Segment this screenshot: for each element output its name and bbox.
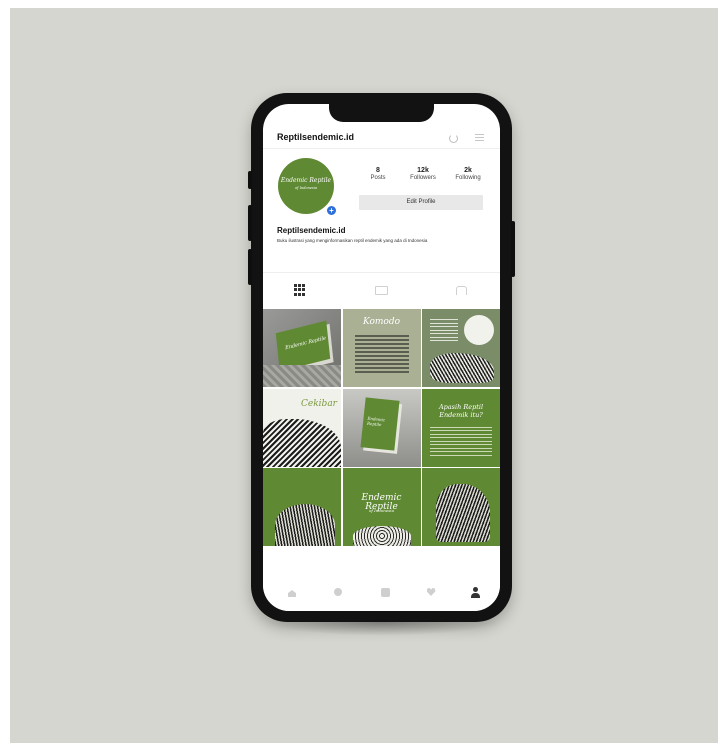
volume-down-button	[248, 249, 252, 285]
phone-mockup: 12:00 .ıll Reptilsendemic.id Endemic Rep…	[248, 93, 515, 622]
power-button	[511, 221, 515, 277]
heart-icon[interactable]	[425, 586, 437, 598]
illustration-circle	[464, 315, 494, 345]
profile-tabs	[263, 272, 500, 307]
stat-followers[interactable]: 12k Followers	[403, 167, 443, 187]
display-name: Reptilsendemic.id	[277, 226, 346, 235]
post-title-komodo: Komodo	[362, 317, 401, 327]
avatar[interactable]: Endemic Reptile of Indonesia	[278, 158, 334, 214]
stat-posts-value: 8	[376, 167, 380, 174]
post-tile-2[interactable]: Komodo	[342, 309, 421, 387]
volume-up-button	[248, 205, 252, 241]
profile-icon[interactable]	[469, 586, 481, 598]
komodo-illustration	[436, 484, 490, 542]
search-icon[interactable]	[332, 586, 344, 598]
posts-grid: Endemic Reptile Komodo Cekibar Endemic R…	[263, 309, 500, 547]
post-tile-7[interactable]	[263, 468, 341, 546]
bio-text: Buku ilustrasi yang menginformasikan rep…	[277, 238, 428, 243]
book-image: Endemic Reptile	[275, 320, 331, 372]
tagged-icon[interactable]	[456, 284, 468, 296]
book-image: Endemic Reptile	[359, 396, 400, 451]
post-subtitle-endemic: of Indonesia	[369, 508, 394, 513]
edit-profile-button[interactable]: Edit Profile	[359, 195, 483, 210]
rocks-image	[263, 365, 341, 387]
history-icon[interactable]	[449, 134, 458, 143]
stat-posts[interactable]: 8 Posts	[358, 167, 398, 187]
stat-posts-label: Posts	[370, 175, 386, 181]
stat-followers-label: Followers	[410, 175, 436, 181]
post-tile-9[interactable]	[422, 468, 500, 546]
body-text-lines	[430, 319, 458, 344]
phone-screen: 12:00 .ıll Reptilsendemic.id Endemic Rep…	[263, 104, 500, 611]
avatar-subtitle: of Indonesia	[295, 186, 317, 190]
profile-stats: 8 Posts 12k Followers 2k Following	[358, 167, 488, 187]
battery-icon	[473, 110, 484, 117]
post-tile-6[interactable]: Apasih Reptil Endemik itu?	[422, 388, 500, 467]
eggs-illustration	[352, 526, 411, 546]
posts-grid-icon[interactable]	[294, 284, 306, 296]
post-tile-1[interactable]: Endemic Reptile	[263, 309, 341, 387]
username[interactable]: Reptilsendemic.id	[277, 132, 354, 142]
stat-following[interactable]: 2k Following	[448, 167, 488, 187]
body-text-lines	[354, 335, 409, 375]
home-icon[interactable]	[286, 586, 298, 598]
bottom-nav	[263, 579, 500, 611]
post-tile-8[interactable]: Endemic Reptile of Indonesia	[342, 468, 421, 546]
status-time: 12:00 .ıll	[277, 110, 299, 116]
silent-switch	[248, 171, 252, 189]
post-tile-4[interactable]: Cekibar	[263, 388, 341, 467]
book-cover-text: Endemic Reptile	[366, 415, 385, 427]
menu-icon[interactable]	[475, 134, 484, 141]
lizard-illustration	[263, 418, 341, 467]
stat-followers-value: 12k	[417, 167, 429, 174]
reels-icon[interactable]	[375, 284, 388, 296]
post-title-apasih: Apasih Reptil Endemik itu?	[438, 402, 484, 419]
avatar-title: Endemic Reptile	[280, 177, 332, 184]
add-story-icon[interactable]: +	[326, 205, 337, 216]
avatar-logo-text: Endemic Reptile of Indonesia	[278, 178, 334, 191]
body-text-lines	[430, 426, 492, 459]
book-cover-text: Endemic Reptile	[285, 335, 327, 352]
stat-following-value: 2k	[464, 167, 472, 174]
stat-following-label: Following	[455, 175, 481, 181]
lizard-illustration	[430, 353, 494, 383]
post-title-cekibar: Cekibar	[301, 398, 337, 409]
reptile-illustration	[275, 504, 335, 546]
notch	[329, 104, 434, 122]
add-post-icon[interactable]	[379, 586, 391, 598]
post-tile-3[interactable]	[422, 309, 500, 387]
post-tile-5[interactable]: Endemic Reptile	[342, 388, 421, 467]
profile-header-bar: Reptilsendemic.id	[263, 126, 500, 149]
